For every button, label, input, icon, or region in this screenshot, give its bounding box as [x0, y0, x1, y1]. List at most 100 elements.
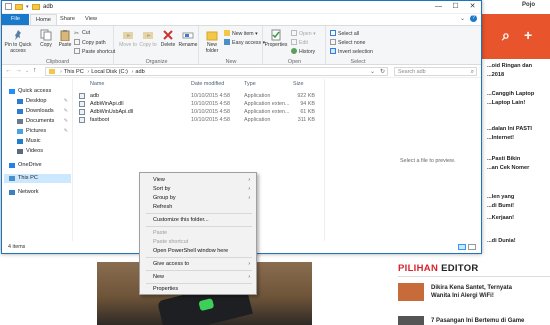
history-button[interactable]: History	[291, 48, 315, 55]
nav-item-quick-access[interactable]: Quick access	[4, 87, 71, 96]
column-date-modified[interactable]: Date modified	[191, 81, 224, 87]
menu-item-refresh[interactable]: Refresh	[140, 203, 256, 211]
back-arrow-icon[interactable]: ←	[5, 67, 12, 74]
rename-button[interactable]: Rename	[177, 29, 199, 48]
article-snippet[interactable]: ...Laptop Lain!	[487, 99, 550, 108]
copy-icon	[40, 29, 52, 41]
music-icon	[17, 139, 23, 144]
file-row[interactable]: AdbWinUsbApi.dll 10/10/2015 4:58 Applicati…	[74, 108, 322, 116]
tab-file[interactable]: File	[2, 14, 29, 25]
invert-selection-button[interactable]: Invert selection	[330, 48, 373, 55]
tab-share[interactable]: Share	[55, 14, 80, 25]
menu-item-paste-shortcut[interactable]: Paste shortcut	[140, 238, 256, 246]
paste-button[interactable]: Paste	[54, 29, 76, 48]
menu-item-open-powershell-window-here[interactable]: Open PowerShell window here	[140, 247, 256, 255]
tab-home[interactable]: Home	[30, 14, 57, 25]
submenu-arrow-icon: ›	[248, 195, 250, 201]
pilihan-item[interactable]: Dikira Kena Santet, Ternyata Wanita Ini A…	[398, 283, 550, 305]
column-size[interactable]: Size	[293, 81, 304, 87]
article-snippet[interactable]: ...len yang	[487, 193, 550, 202]
article-snippet[interactable]: ...dalan Ini PASTI	[487, 125, 550, 134]
menu-item-give-access-to[interactable]: Give access to ›	[140, 260, 256, 268]
file-row[interactable]: fastboot 10/10/2015 4:58 Application 311 KB	[74, 116, 322, 124]
menu-item-view[interactable]: View ›	[140, 176, 256, 184]
file-row[interactable]: adb 10/10/2015 4:58 Application 922 KB	[74, 92, 322, 100]
up-arrow-icon[interactable]: ↑	[33, 67, 37, 74]
pin-icon: ✎	[63, 108, 68, 114]
menu-item-properties[interactable]: Properties	[140, 285, 256, 293]
expand-ribbon-icon[interactable]: ⌄	[460, 15, 465, 22]
web-header-bar: ⌕ +	[480, 14, 550, 59]
article-snippet[interactable]: ...oid Ringan dan	[487, 62, 550, 71]
nav-item-music[interactable]: Music	[4, 137, 71, 146]
select-none-button[interactable]: Select none	[330, 39, 365, 46]
nav-item-desktop[interactable]: Desktop ✎	[4, 97, 71, 106]
chevron-down-icon[interactable]: ▾	[26, 4, 29, 10]
recent-locations-icon[interactable]: ⌄	[25, 68, 29, 74]
paste-shortcut-button[interactable]: Paste shortcut	[74, 48, 115, 55]
minimize-button[interactable]: —	[430, 1, 447, 13]
nav-item-pictures[interactable]: Pictures ✎	[4, 127, 71, 136]
open-button[interactable]: Open ▾	[291, 30, 316, 37]
new-folder-button[interactable]: New folder	[201, 29, 223, 54]
properties-button[interactable]: Properties	[264, 29, 288, 48]
submenu-arrow-icon: ›	[248, 186, 250, 192]
details-view-icon[interactable]	[458, 244, 466, 250]
pilihan-item[interactable]: 7 Pasangan Ini Bertemu di Game	[398, 316, 550, 325]
search-input[interactable]: Search adb ⌕	[394, 67, 477, 76]
menu-item-paste[interactable]: Paste	[140, 229, 256, 237]
column-name[interactable]: Name	[90, 81, 104, 87]
article-snippet[interactable]: ...an Cek Nomer	[487, 164, 550, 173]
cut-button[interactable]: ✂ Cut	[74, 30, 90, 37]
copy-to-button[interactable]: Copy to	[137, 29, 159, 48]
maximize-button[interactable]: ☐	[447, 1, 464, 13]
edit-button[interactable]: Edit	[291, 39, 308, 46]
forward-arrow-icon[interactable]: →	[15, 67, 22, 74]
pin-quick-access-button[interactable]: Pin to Quick access	[4, 29, 32, 54]
file-row[interactable]: AdbWinApi.dll 10/10/2015 4:58 Application …	[74, 100, 322, 108]
clipboard-icon	[59, 29, 71, 42]
search-icon[interactable]: ⌕	[502, 27, 510, 44]
new-item-button[interactable]: New item ▾	[224, 30, 258, 37]
article-snippet[interactable]: ...2018	[487, 71, 550, 80]
properties-icon[interactable]	[5, 3, 12, 10]
breadcrumb-adb[interactable]: adb	[135, 69, 144, 75]
article-title: Dikira Kena Santet, Ternyata	[431, 285, 512, 291]
article-snippet[interactable]: ...di Dunia!	[487, 237, 550, 246]
large-icons-view-icon[interactable]	[468, 244, 476, 250]
article-snippet[interactable]: ...Pasti Bikin	[487, 155, 550, 164]
delete-button[interactable]: Delete	[157, 29, 179, 48]
menu-item-new[interactable]: New ›	[140, 273, 256, 281]
address-dropdown-icon[interactable]: ⌄	[370, 68, 375, 76]
menu-item-customize-this-folder[interactable]: Customize this folder...	[140, 216, 256, 224]
menu-item-sort-by[interactable]: Sort by ›	[140, 185, 256, 193]
tab-view[interactable]: View	[80, 14, 102, 25]
breadcrumb-local-disk[interactable]: Local Disk (C:)	[91, 69, 128, 75]
plus-icon[interactable]: +	[524, 27, 532, 43]
article-snippet[interactable]: ...Internet!	[487, 134, 550, 143]
nav-item-onedrive[interactable]: OneDrive	[4, 161, 71, 170]
nav-item-downloads[interactable]: Downloads ✎	[4, 107, 71, 116]
nav-item-network[interactable]: Network	[4, 188, 71, 197]
new-folder-icon[interactable]	[15, 4, 23, 10]
refresh-icon[interactable]: ↻	[380, 68, 385, 76]
paste-shortcut-icon	[74, 48, 80, 54]
help-icon[interactable]: ?	[470, 15, 477, 22]
nav-item-this-pc[interactable]: This PC	[4, 174, 71, 183]
article-snippet[interactable]: ...di Bumi!	[487, 202, 550, 211]
move-to-button[interactable]: Move to	[117, 29, 139, 48]
address-bar[interactable]: › This PC › Local Disk (C:) › adb ⌄ ↻	[45, 67, 388, 76]
breadcrumb-this-pc[interactable]: This PC	[64, 69, 84, 75]
article-thumbnail	[398, 316, 424, 325]
article-snippet[interactable]: ...Kerjaan!	[487, 214, 550, 223]
easy-access-button[interactable]: Easy access ▾	[224, 39, 265, 46]
column-type[interactable]: Type	[244, 81, 256, 87]
select-all-button[interactable]: Select all	[330, 30, 359, 37]
close-button[interactable]: ✕	[464, 1, 481, 13]
menu-item-group-by[interactable]: Group by ›	[140, 194, 256, 202]
article-snippet[interactable]: ...Canggih Laptop	[487, 90, 550, 99]
copy-path-button[interactable]: Copy path	[74, 39, 106, 46]
nav-item-videos[interactable]: Videos	[4, 147, 71, 156]
file-name: AdbWinApi.dll	[90, 101, 124, 107]
nav-item-documents[interactable]: Documents ✎	[4, 117, 71, 126]
